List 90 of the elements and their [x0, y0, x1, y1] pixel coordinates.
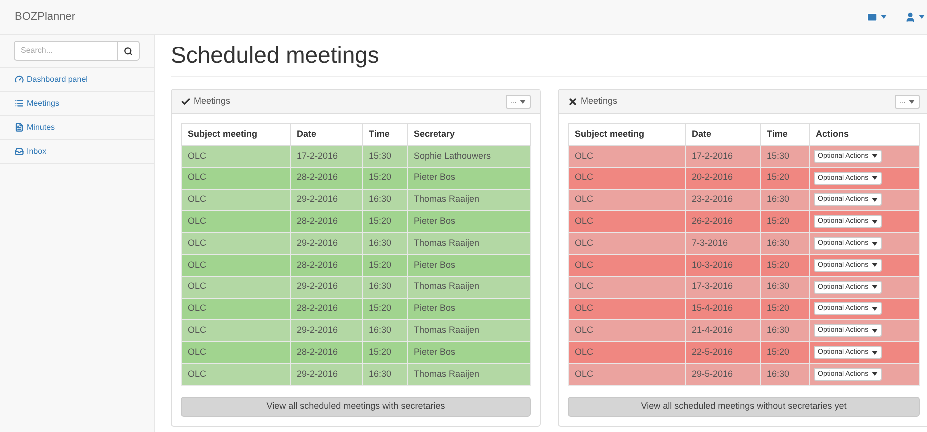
table-cell: 16:30 [760, 276, 810, 298]
table-cell: Thomas Raaijen [408, 363, 530, 386]
table-cell: OLC [568, 232, 686, 254]
table-cell: OLC [182, 146, 290, 168]
caret-icon [872, 285, 878, 290]
panel-title: Meetings [581, 94, 618, 108]
table-cell: 20-2-2016 [686, 167, 760, 190]
table-cell: 15:20 [760, 342, 810, 364]
brand-title[interactable]: BOZPlanner [15, 8, 76, 26]
table-cell: Pieter Bos [408, 342, 530, 364]
table-cell: 28-2-2016 [290, 342, 362, 364]
caret-icon [909, 100, 915, 104]
user-menu[interactable] [905, 12, 925, 22]
sidebar-item[interactable]: Meetings [0, 92, 154, 116]
mail-menu[interactable] [867, 12, 887, 22]
file-icon [15, 123, 24, 132]
table-cell: OLC [182, 254, 290, 276]
sidebar-item[interactable]: Dashboard panel [0, 68, 154, 92]
user-icon [905, 12, 916, 22]
table-cell: 16:30 [760, 363, 810, 386]
table-cell: 7-3-2016 [686, 232, 760, 254]
search-button[interactable] [118, 41, 140, 61]
check-icon [181, 96, 191, 106]
table-cell: OLC [568, 276, 686, 298]
close-icon [568, 96, 578, 106]
table-cell: 17-2-2016 [290, 146, 362, 168]
caret-icon [872, 154, 878, 158]
caret-icon [872, 306, 878, 311]
table-cell: 17-2-2016 [686, 146, 760, 168]
table-cell: 16:30 [362, 363, 408, 386]
table-cell: 15:20 [362, 254, 408, 276]
gauge-icon [15, 75, 24, 84]
table-cell: OLC [182, 276, 290, 298]
view-all-button[interactable]: View all scheduled meetings without secretaries yet [568, 396, 920, 417]
table-cell: 29-2-2016 [290, 363, 362, 386]
table-cell: 15:20 [362, 342, 408, 364]
caret-icon [520, 100, 526, 104]
table-cell: OLC [568, 254, 686, 276]
table-cell: OLC [182, 167, 290, 190]
search-field[interactable]: Search... [14, 41, 118, 61]
column-header: Subject meeting [182, 124, 290, 146]
panel-title: Meetings [194, 94, 231, 108]
table-cell: 17-3-2016 [686, 276, 760, 298]
page-title: Scheduled meetings [171, 39, 927, 77]
caret-icon [872, 328, 878, 333]
table-cell: 22-5-2016 [686, 342, 760, 364]
table-cell: 15:20 [362, 167, 408, 190]
table-cell: OLC [568, 342, 686, 364]
table-cell: 28-2-2016 [290, 167, 362, 190]
caret-icon [872, 198, 878, 202]
caret-icon [872, 220, 878, 224]
table-cell: 29-5-2016 [686, 363, 760, 386]
caret-icon [872, 242, 878, 246]
table-cell: 15:30 [362, 146, 408, 168]
table-cell: OLC [182, 232, 290, 254]
table-cell: 16:30 [760, 232, 810, 254]
caret-icon [872, 350, 878, 355]
table-cell: Sophie Lathouwers [408, 146, 530, 168]
column-header: Secretary [408, 124, 530, 146]
caret-icon [872, 263, 878, 268]
table-cell: 16:30 [362, 276, 408, 298]
view-all-button[interactable]: View all scheduled meetings with secretaries [181, 396, 531, 417]
caret-icon [919, 15, 925, 19]
column-header: Subject meeting [568, 124, 686, 146]
table-cell: OLC [568, 363, 686, 386]
sidebar-item[interactable]: Minutes [0, 116, 154, 140]
list-icon [15, 99, 24, 108]
table-cell: 15:30 [760, 146, 810, 168]
table-cell: OLC [568, 146, 686, 168]
table-cell: 29-2-2016 [290, 276, 362, 298]
caret-icon [872, 176, 878, 180]
inbox-icon [15, 147, 24, 156]
table-cell: 28-2-2016 [290, 254, 362, 276]
table-cell: 29-2-2016 [290, 232, 362, 254]
table-cell: OLC [182, 363, 290, 386]
table-cell: OLC [182, 342, 290, 364]
table-cell: Thomas Raaijen [408, 276, 530, 298]
table-cell: 15:20 [760, 254, 810, 276]
table-cell: 15:20 [760, 167, 810, 190]
table-cell: Pieter Bos [408, 167, 530, 190]
caret-icon [881, 15, 887, 19]
table-cell: 10-3-2016 [686, 254, 760, 276]
caret-icon [872, 372, 878, 376]
sidebar-item[interactable]: Inbox [0, 140, 154, 164]
table-cell: OLC [568, 167, 686, 190]
column-header: Actions [810, 124, 920, 146]
table-cell: Pieter Bos [408, 254, 530, 276]
search-icon [124, 46, 133, 56]
table-cell: 16:30 [362, 232, 408, 254]
table-cell: Thomas Raaijen [408, 232, 530, 254]
